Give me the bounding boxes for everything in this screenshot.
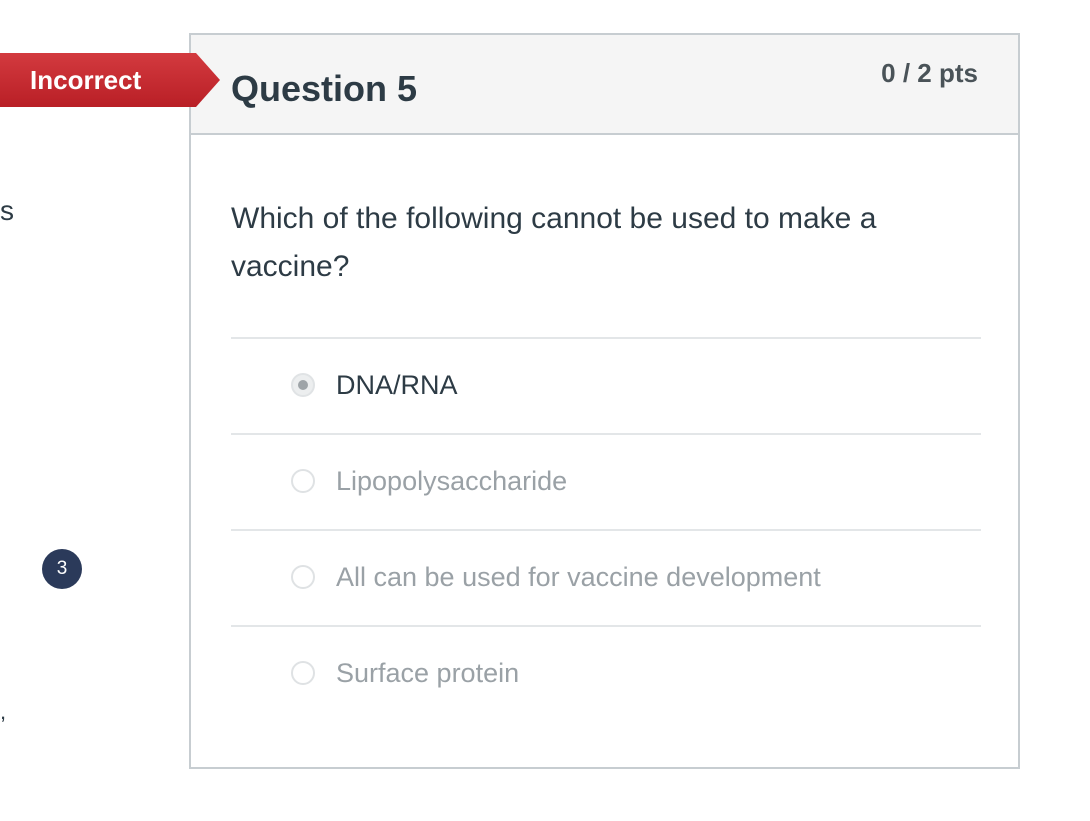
- answer-option[interactable]: DNA/RNA: [231, 337, 981, 433]
- question-title: Question 5: [231, 68, 418, 109]
- radio-button[interactable]: [291, 565, 315, 589]
- incorrect-ribbon-label: Incorrect: [30, 65, 142, 95]
- count-badge: 3: [42, 549, 82, 589]
- answer-label: DNA/RNA: [336, 370, 458, 400]
- left-column-text-fragment: s: [0, 195, 14, 226]
- incorrect-ribbon: Incorrect: [0, 53, 220, 107]
- radio-button[interactable]: [291, 661, 315, 685]
- answer-option[interactable]: Lipopolysaccharide: [231, 433, 981, 529]
- question-header: Question 5 0 / 2 pts: [191, 35, 1018, 135]
- answer-list: DNA/RNA Lipopolysaccharide All can be us…: [231, 337, 981, 721]
- question-points: 0 / 2 pts: [881, 58, 978, 88]
- radio-button-selected[interactable]: [291, 373, 315, 397]
- left-column-punctuation-fragment: ,: [0, 699, 7, 724]
- quiz-results-page: s , 3 Question 5 0 / 2 pts Which of the …: [0, 0, 1090, 821]
- answer-option[interactable]: All can be used for vaccine development: [231, 529, 981, 625]
- answer-label: All can be used for vaccine development: [336, 562, 821, 592]
- answer-label: Lipopolysaccharide: [336, 466, 568, 496]
- question-card: Question 5 0 / 2 pts Which of the follow…: [189, 33, 1020, 769]
- answer-option[interactable]: Surface protein: [231, 625, 981, 721]
- answer-label: Surface protein: [336, 658, 520, 688]
- question-text: Which of the following cannot be used to…: [231, 202, 877, 283]
- radio-button[interactable]: [291, 469, 315, 493]
